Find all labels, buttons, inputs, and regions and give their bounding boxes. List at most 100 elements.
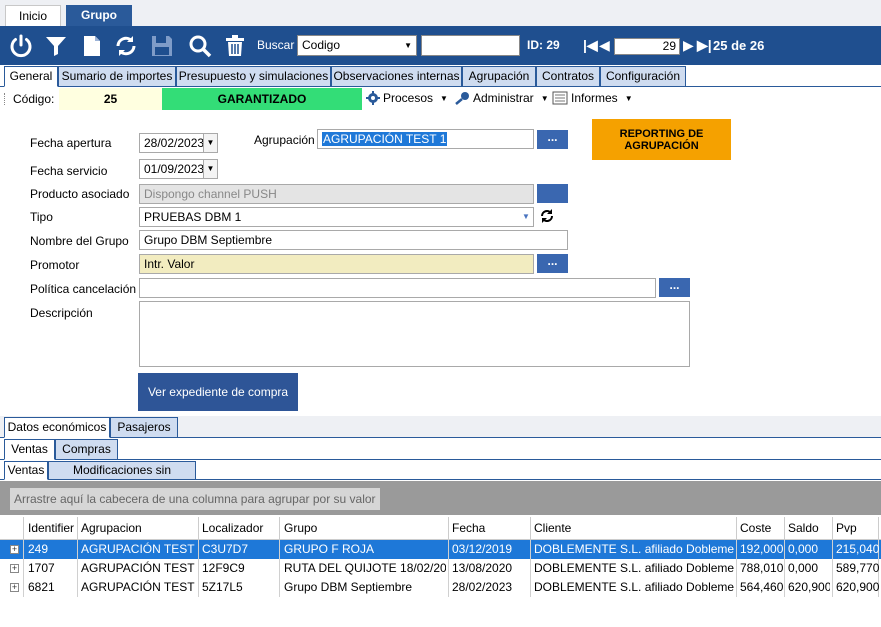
expand-row-icon[interactable]: + <box>10 564 19 573</box>
table-cell-fecha: 13/08/2020 <box>452 561 513 575</box>
code-value: 25 <box>59 88 162 110</box>
column-divider[interactable] <box>530 517 531 539</box>
agrupacion-field[interactable]: AGRUPACIÓN TEST 1 <box>317 129 534 149</box>
cell-divider <box>784 540 785 559</box>
key-icon <box>454 91 470 105</box>
promotor-field[interactable]: Intr. Valor <box>139 254 534 274</box>
cell-divider <box>832 540 833 559</box>
previous-record-icon[interactable]: ◀ <box>599 37 610 53</box>
tab-agrupacion[interactable]: Agrupación <box>462 66 536 87</box>
descripcion-textarea[interactable] <box>139 301 690 367</box>
top-tab-bar: Inicio Grupo <box>0 0 881 26</box>
expand-row-icon[interactable]: + <box>10 583 19 592</box>
record-position-input[interactable]: 29 <box>614 38 680 55</box>
agrupacion-label: Agrupación <box>254 133 315 147</box>
ver-expediente-button[interactable]: Ver expediente de compra <box>138 373 298 411</box>
search-icon[interactable] <box>187 33 213 59</box>
column-divider[interactable] <box>878 517 879 539</box>
informes-menu[interactable]: Informes ▼ <box>552 91 633 105</box>
tipo-value: PRUEBAS DBM 1 <box>144 210 242 224</box>
nombre-field[interactable]: Grupo DBM Septiembre <box>139 230 568 250</box>
administrar-menu[interactable]: Administrar ▼ <box>454 91 549 105</box>
search-input[interactable] <box>421 35 520 56</box>
refresh-icon[interactable] <box>113 33 139 59</box>
column-header-localizador[interactable]: Localizador <box>202 521 263 535</box>
tab-pasajeros[interactable]: Pasajeros <box>110 417 178 438</box>
column-divider[interactable] <box>77 517 78 539</box>
delete-icon[interactable] <box>222 33 248 59</box>
table-cell-localizador: 12F9C9 <box>202 561 245 575</box>
tipo-select[interactable]: PRUEBAS DBM 1 ▼ <box>139 207 534 227</box>
tab-grupo[interactable]: Grupo <box>66 5 132 26</box>
column-divider[interactable] <box>736 517 737 539</box>
expand-row-icon[interactable]: + <box>10 545 19 554</box>
table-cell-pvp: 589,770 <box>836 561 880 575</box>
tab-ventas[interactable]: Ventas <box>4 439 55 460</box>
reporting-agrupacion-button[interactable]: REPORTING DE AGRUPACIÓN <box>592 119 731 160</box>
tab-inicio[interactable]: Inicio <box>5 5 61 26</box>
chevron-down-icon[interactable]: ▼ <box>203 160 217 178</box>
column-divider[interactable] <box>198 517 199 539</box>
last-record-icon[interactable]: ▶| <box>697 37 712 53</box>
table-row[interactable]: +1707 AGRUPACIÓN TEST 1 12F9C9 RUTA DEL QUI… <box>0 559 881 578</box>
tab-presupuesto[interactable]: Presupuesto y simulaciones <box>176 66 331 87</box>
cell-divider <box>784 559 785 578</box>
table-cell-fecha: 28/02/2023 <box>452 580 513 594</box>
cell-divider <box>77 559 78 578</box>
table-row[interactable]: +249 AGRUPACIÓN TEST 1 C3U7D7 GRUPO F ROJA 0… <box>0 540 881 559</box>
cell-divider <box>448 540 449 559</box>
tab-contratos[interactable]: Contratos <box>536 66 600 87</box>
fecha-apertura-field[interactable]: 28/02/2023 ▼ <box>139 133 218 153</box>
agrupacion-lookup-button[interactable]: ... <box>537 130 568 149</box>
producto-lookup-button[interactable] <box>537 184 568 203</box>
grip-handle <box>4 93 7 105</box>
refresh-icon[interactable] <box>539 208 555 224</box>
column-divider[interactable] <box>832 517 833 539</box>
tab-datos-economicos[interactable]: Datos económicos <box>4 417 110 438</box>
cell-divider <box>198 559 199 578</box>
politica-field[interactable] <box>139 278 656 298</box>
column-header-identifier[interactable]: Identifier <box>28 521 74 535</box>
next-record-icon[interactable]: ▶ <box>683 37 694 53</box>
column-divider[interactable] <box>784 517 785 539</box>
first-record-icon[interactable]: |◀ <box>583 37 598 53</box>
cell-divider <box>23 540 24 559</box>
tab-compras[interactable]: Compras <box>55 439 118 460</box>
column-header-pvp[interactable]: Pvp <box>836 521 857 535</box>
cell-divider <box>736 578 737 597</box>
column-divider[interactable] <box>448 517 449 539</box>
filter-icon[interactable] <box>43 33 69 59</box>
new-document-icon[interactable] <box>79 33 105 59</box>
chevron-down-icon[interactable]: ▼ <box>519 208 533 226</box>
tab-configuracion[interactable]: Configuración <box>600 66 686 87</box>
power-icon[interactable] <box>8 33 34 59</box>
chevron-down-icon[interactable]: ▼ <box>203 134 217 152</box>
grid-header: Identifier Agrupacion Localizador Grupo Fech… <box>0 515 881 540</box>
tab-observaciones[interactable]: Observaciones internas <box>331 66 462 87</box>
report-icon <box>552 91 568 105</box>
cell-divider <box>736 540 737 559</box>
tab-ventas-list[interactable]: Ventas <box>4 461 48 480</box>
table-row[interactable]: +6821 AGRUPACIÓN TEST 1 5Z17L5 Grupo DBM Se… <box>0 578 881 597</box>
column-header-coste[interactable]: Coste <box>740 521 771 535</box>
column-header-agrupacion[interactable]: Agrupacion <box>81 521 142 535</box>
tab-modificaciones[interactable]: Modificaciones sin gestionar <box>48 461 196 494</box>
column-header-grupo[interactable]: Grupo <box>284 521 317 535</box>
column-header-saldo[interactable]: Saldo <box>788 521 819 535</box>
search-field-select[interactable]: Codigo ▼ <box>297 35 417 56</box>
save-icon[interactable] <box>149 33 175 59</box>
promotor-lookup-button[interactable]: ... <box>537 254 568 273</box>
politica-lookup-button[interactable]: ... <box>659 278 690 297</box>
column-header-fecha[interactable]: Fecha <box>452 521 485 535</box>
column-header-cliente[interactable]: Cliente <box>534 521 571 535</box>
procesos-menu[interactable]: Procesos ▼ <box>366 91 448 105</box>
tab-general[interactable]: General <box>4 66 58 87</box>
group-hint[interactable]: Arrastre aquí la cabecera de una columna… <box>10 488 380 510</box>
tab-sumario-importes[interactable]: Sumario de importes <box>58 66 176 87</box>
procesos-label: Procesos <box>383 91 434 105</box>
tipo-label: Tipo <box>30 210 53 224</box>
column-divider[interactable] <box>279 517 280 539</box>
fecha-servicio-field[interactable]: 01/09/2023 ▼ <box>139 159 218 179</box>
column-divider[interactable] <box>23 517 24 539</box>
chevron-down-icon: ▼ <box>540 93 549 103</box>
